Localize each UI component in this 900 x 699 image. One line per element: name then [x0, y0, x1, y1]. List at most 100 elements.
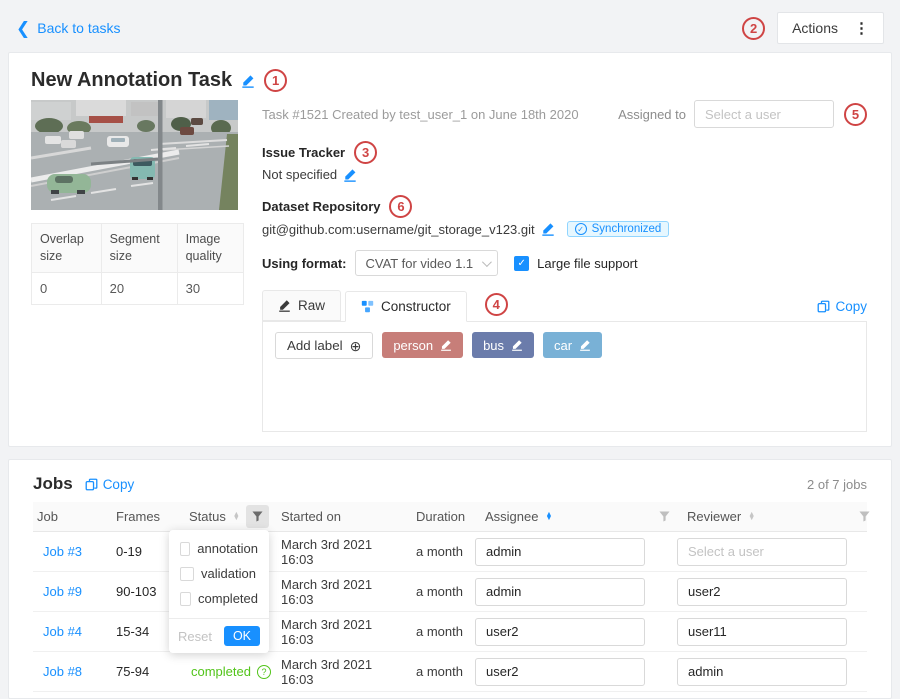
col-reviewer[interactable]: Reviewer ▲▼ [677, 509, 859, 524]
sync-status-label: Synchronized [592, 223, 662, 235]
col-duration: Duration [407, 509, 475, 524]
edit-repository-icon[interactable] [541, 222, 555, 236]
callout-2: 2 [742, 17, 765, 40]
job-started: March 3rd 2021 16:03 [273, 657, 407, 687]
large-file-checkbox[interactable]: ✓ [514, 256, 529, 271]
blocks-icon [361, 300, 374, 313]
add-label-button[interactable]: Add label ⊕ [275, 332, 373, 359]
col-reviewer-label: Reviewer [687, 509, 741, 524]
filter-option-completed[interactable]: completed [169, 586, 269, 611]
status-filter-dropdown: annotation validation completed Reset OK [169, 530, 269, 653]
col-status-label: Status [189, 509, 226, 524]
job-status-text: completed [191, 664, 251, 679]
labels-copy-label: Copy [835, 299, 867, 314]
col-frames: Frames [113, 509, 189, 524]
job-duration: a month [407, 664, 475, 679]
labels-copy-button[interactable]: Copy [817, 299, 867, 314]
edit-title-icon[interactable] [241, 74, 255, 88]
assignee-select-input[interactable] [694, 100, 834, 128]
reviewer-input[interactable] [677, 658, 847, 686]
checkbox-unchecked[interactable] [180, 592, 191, 606]
filter-option-label: completed [198, 591, 258, 606]
job-row: Job #9 90-103 March 3rd 2021 16:03 a mon… [33, 572, 867, 612]
pencil-icon [278, 299, 291, 312]
assignee-input[interactable] [475, 578, 645, 606]
status-filter-button[interactable] [241, 505, 273, 528]
col-started: Started on [273, 509, 407, 524]
callout-1: 1 [264, 69, 287, 92]
edit-label-icon[interactable] [511, 339, 523, 351]
job-link[interactable]: Job #4 [33, 624, 113, 639]
filter-ok-button[interactable]: OK [224, 626, 260, 646]
filter-funnel-icon [859, 511, 870, 522]
label-chip-person[interactable]: person [382, 332, 463, 358]
tab-constructor[interactable]: Constructor [345, 291, 467, 322]
copy-icon [85, 478, 98, 491]
back-to-tasks-link[interactable]: ❮ Back to tasks [16, 20, 121, 37]
col-assignee[interactable]: Assignee ▲▼ [475, 509, 651, 524]
actions-button[interactable]: Actions ⋮ [777, 12, 884, 44]
filter-option-annotation[interactable]: annotation [169, 536, 269, 561]
job-link[interactable]: Job #3 [33, 544, 113, 559]
sort-icon-active[interactable]: ▲▼ [545, 513, 552, 521]
jobs-copy-label: Copy [103, 477, 135, 492]
sort-icon[interactable]: ▲▼ [233, 513, 240, 521]
param-value-overlap: 0 [32, 272, 102, 304]
repository-url[interactable]: git@github.com:username/git_storage_v123… [262, 222, 535, 237]
job-duration: a month [407, 624, 475, 639]
checkbox-unchecked[interactable] [180, 542, 190, 556]
top-bar: ❮ Back to tasks 2 Actions ⋮ [0, 0, 900, 52]
reviewer-input[interactable] [677, 618, 847, 646]
chevron-down-icon [482, 257, 492, 267]
issue-tracker-value: Not specified [262, 167, 337, 182]
task-meta: Task #1521 Created by test_user_1 on Jun… [262, 107, 618, 122]
format-select[interactable]: CVAT for video 1.1 [355, 250, 499, 276]
reviewer-filter-button[interactable] [859, 511, 870, 522]
task-title: New Annotation Task [31, 69, 232, 92]
large-file-label: Large file support [537, 256, 637, 271]
filter-option-validation[interactable]: validation [169, 561, 269, 586]
job-started: March 3rd 2021 16:03 [273, 577, 407, 607]
job-duration: a month [407, 584, 475, 599]
assignee-input[interactable] [475, 658, 645, 686]
callout-3: 3 [354, 141, 377, 164]
edit-issue-tracker-icon[interactable] [343, 168, 357, 182]
param-value-segment: 20 [101, 272, 177, 304]
jobs-copy-button[interactable]: Copy [85, 477, 135, 492]
task-details-card: New Annotation Task 1 [8, 52, 892, 447]
sort-icon[interactable]: ▲▼ [748, 513, 755, 521]
job-row: Job #8 75-94 completed ? March 3rd 2021 … [33, 652, 867, 692]
jobs-count: 2 of 7 jobs [807, 477, 867, 492]
plus-circle-icon: ⊕ [350, 339, 362, 353]
callout-4: 4 [485, 293, 508, 316]
issue-tracker-label: Issue Tracker [262, 145, 345, 160]
task-parameters-table: Overlap size Segment size Image quality … [31, 223, 244, 305]
assignee-filter-button[interactable] [651, 511, 677, 522]
label-chip-car-text: car [554, 338, 572, 353]
back-to-tasks-label: Back to tasks [37, 20, 120, 36]
job-link[interactable]: Job #9 [33, 584, 113, 599]
label-chip-car[interactable]: car [543, 332, 602, 358]
checkbox-unchecked[interactable] [180, 567, 194, 581]
job-link[interactable]: Job #8 [33, 664, 113, 679]
assignee-input[interactable] [475, 618, 645, 646]
check-circle-icon: ✓ [575, 223, 587, 235]
label-chip-person-text: person [393, 338, 433, 353]
tab-raw[interactable]: Raw [262, 290, 341, 321]
tab-constructor-label: Constructor [381, 299, 451, 314]
question-circle-icon[interactable]: ? [257, 665, 271, 679]
edit-label-icon[interactable] [440, 339, 452, 351]
col-status[interactable]: Status ▲▼ [189, 509, 241, 524]
param-header-segment: Segment size [101, 224, 177, 273]
reviewer-input[interactable] [677, 578, 847, 606]
filter-reset-button[interactable]: Reset [178, 629, 212, 644]
assignee-input[interactable] [475, 538, 645, 566]
tab-raw-label: Raw [298, 298, 325, 313]
label-chip-bus[interactable]: bus [472, 332, 534, 358]
edit-label-icon[interactable] [579, 339, 591, 351]
col-job: Job [33, 509, 113, 524]
assigned-to-label: Assigned to [618, 107, 686, 122]
param-value-quality: 30 [177, 272, 243, 304]
filter-option-label: validation [201, 566, 256, 581]
reviewer-input[interactable] [677, 538, 847, 566]
